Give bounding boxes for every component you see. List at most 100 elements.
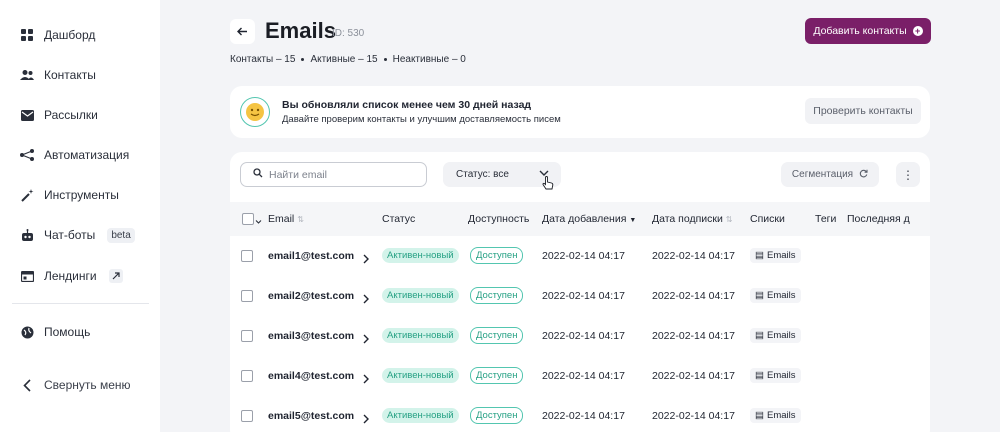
check-contacts-button[interactable]: Проверить контакты <box>805 98 921 124</box>
update-notice: Вы обновляли список менее чем 30 дней на… <box>230 86 930 138</box>
refresh-icon <box>859 169 868 181</box>
status-badge: Активен-новый <box>382 368 459 383</box>
page-title: Emails <box>265 18 336 43</box>
separator-dot <box>301 58 305 61</box>
row-checkbox[interactable] <box>241 410 253 422</box>
magic-wand-icon <box>20 188 34 202</box>
add-contacts-label: Добавить контакты <box>813 25 907 37</box>
add-contacts-button[interactable]: Добавить контакты + <box>805 18 931 44</box>
segmentation-button[interactable]: Сегментация <box>781 162 879 187</box>
landing-icon <box>20 269 34 283</box>
segmentation-label: Сегментация <box>791 169 854 180</box>
bot-icon <box>20 228 34 242</box>
row-checkbox[interactable] <box>241 250 253 262</box>
search-placeholder: Найти email <box>269 168 327 181</box>
arrow-left-icon <box>237 27 247 36</box>
row-email[interactable]: email2@test.com <box>268 290 354 302</box>
smiley-icon <box>240 97 270 127</box>
row-email[interactable]: email4@test.com <box>268 370 354 382</box>
document-icon: ▤ <box>755 290 764 301</box>
globe-icon <box>20 325 34 339</box>
sidebar-item-landings[interactable]: Лендинги <box>20 266 123 286</box>
sidebar-item-help[interactable]: Помощь <box>20 322 90 342</box>
column-header-email[interactable]: Email ⇅ <box>268 213 304 225</box>
collapse-menu-button[interactable]: Свернуть меню <box>20 375 131 395</box>
row-checkbox[interactable] <box>241 290 253 302</box>
row-checkbox[interactable] <box>241 370 253 382</box>
sidebar-item-dashboard[interactable]: Дашборд <box>20 25 95 45</box>
chevron-right-icon[interactable] <box>363 331 369 349</box>
sidebar-item-contacts[interactable]: Контакты <box>20 65 96 85</box>
sidebar-item-label: Помощь <box>44 325 91 339</box>
column-header-subscription-date[interactable]: Дата подписки ⇅ <box>652 213 732 225</box>
chevron-right-icon[interactable] <box>363 371 369 389</box>
row-subscription-date: 2022-02-14 04:17 <box>652 410 735 422</box>
chevron-left-icon <box>20 378 34 392</box>
chevron-right-icon[interactable] <box>363 411 369 429</box>
row-subscription-date: 2022-02-14 04:17 <box>652 290 735 302</box>
sidebar-item-label: Рассылки <box>44 108 98 122</box>
availability-badge: Доступен <box>470 407 524 424</box>
sidebar-item-label: Контакты <box>44 68 96 82</box>
chevron-right-icon[interactable] <box>363 251 369 269</box>
column-header-tags[interactable]: Теги <box>815 213 836 225</box>
table-row[interactable]: email1@test.com Активен-новый Доступен 2… <box>230 236 930 276</box>
document-icon: ▤ <box>755 250 764 261</box>
status-filter-value: Статус: все <box>456 169 509 180</box>
sidebar-item-label: Дашборд <box>44 28 96 42</box>
list-tag: ▤ Emails <box>750 408 801 423</box>
sidebar-divider <box>12 303 149 304</box>
row-date-added: 2022-02-14 04:17 <box>542 290 625 302</box>
document-icon: ▤ <box>755 370 764 381</box>
row-date-added: 2022-02-14 04:17 <box>542 250 625 262</box>
column-header-status[interactable]: Статус <box>382 213 415 225</box>
availability-badge: Доступен <box>470 327 524 344</box>
notice-subtitle: Давайте проверим контакты и улучшим дост… <box>282 114 561 125</box>
document-icon: ▤ <box>755 330 764 341</box>
main-content: Emails ID: 530 Контакты – 15 Активные – … <box>160 0 1000 432</box>
row-checkbox[interactable] <box>241 330 253 342</box>
column-header-availability[interactable]: Доступность <box>468 213 529 225</box>
list-id: ID: 530 <box>332 28 365 39</box>
dashboard-icon <box>20 28 34 42</box>
column-header-lists[interactable]: Списки <box>750 213 785 225</box>
column-header-last[interactable]: Последняя д <box>847 213 910 225</box>
sidebar-item-tools[interactable]: Инструменты <box>20 185 119 205</box>
table-row[interactable]: email3@test.com Активен-новый Доступен 2… <box>230 316 930 356</box>
sidebar-item-mailings[interactable]: Рассылки <box>20 105 98 125</box>
row-subscription-date: 2022-02-14 04:17 <box>652 250 735 262</box>
collapse-label: Свернуть меню <box>44 378 131 392</box>
select-all-checkbox[interactable] <box>242 213 254 225</box>
sidebar-item-chatbots[interactable]: Чат-боты beta <box>20 225 135 245</box>
sidebar-item-label: Инструменты <box>44 188 119 202</box>
external-link-icon <box>108 269 123 283</box>
table-row[interactable]: email5@test.com Активен-новый Доступен 2… <box>230 396 930 432</box>
search-icon <box>253 168 263 181</box>
mail-icon <box>20 108 34 122</box>
sidebar-item-automation[interactable]: Автоматизация <box>20 145 129 165</box>
row-subscription-date: 2022-02-14 04:17 <box>652 370 735 382</box>
more-options-button[interactable]: ⋮ <box>896 162 920 187</box>
chevron-down-icon[interactable] <box>255 212 262 230</box>
row-email[interactable]: email3@test.com <box>268 330 354 342</box>
back-button[interactable] <box>230 19 255 44</box>
search-input[interactable]: Найти email <box>240 162 427 187</box>
sort-desc-icon: ▼ <box>629 217 637 224</box>
sort-icon: ⇅ <box>297 215 304 224</box>
plus-icon: + <box>912 26 923 36</box>
row-email[interactable]: email5@test.com <box>268 410 354 422</box>
contact-counts: Контакты – 15 Активные – 15 Неактивные –… <box>230 54 466 65</box>
list-tag: ▤ Emails <box>750 328 801 343</box>
count-contacts: Контакты – 15 <box>230 54 296 65</box>
list-tag: ▤ Emails <box>750 368 801 383</box>
chevron-right-icon[interactable] <box>363 291 369 309</box>
row-email[interactable]: email1@test.com <box>268 250 354 262</box>
notice-title: Вы обновляли список менее чем 30 дней на… <box>282 99 532 111</box>
table-row[interactable]: email4@test.com Активен-новый Доступен 2… <box>230 356 930 396</box>
count-active: Активные – 15 <box>310 54 378 65</box>
sidebar-item-label: Лендинги <box>44 269 97 283</box>
column-header-date-added[interactable]: Дата добавления ▼ <box>542 213 636 225</box>
hand-cursor-icon <box>542 176 554 195</box>
table-row[interactable]: email2@test.com Активен-новый Доступен 2… <box>230 276 930 316</box>
sidebar-item-label: Автоматизация <box>44 148 130 162</box>
